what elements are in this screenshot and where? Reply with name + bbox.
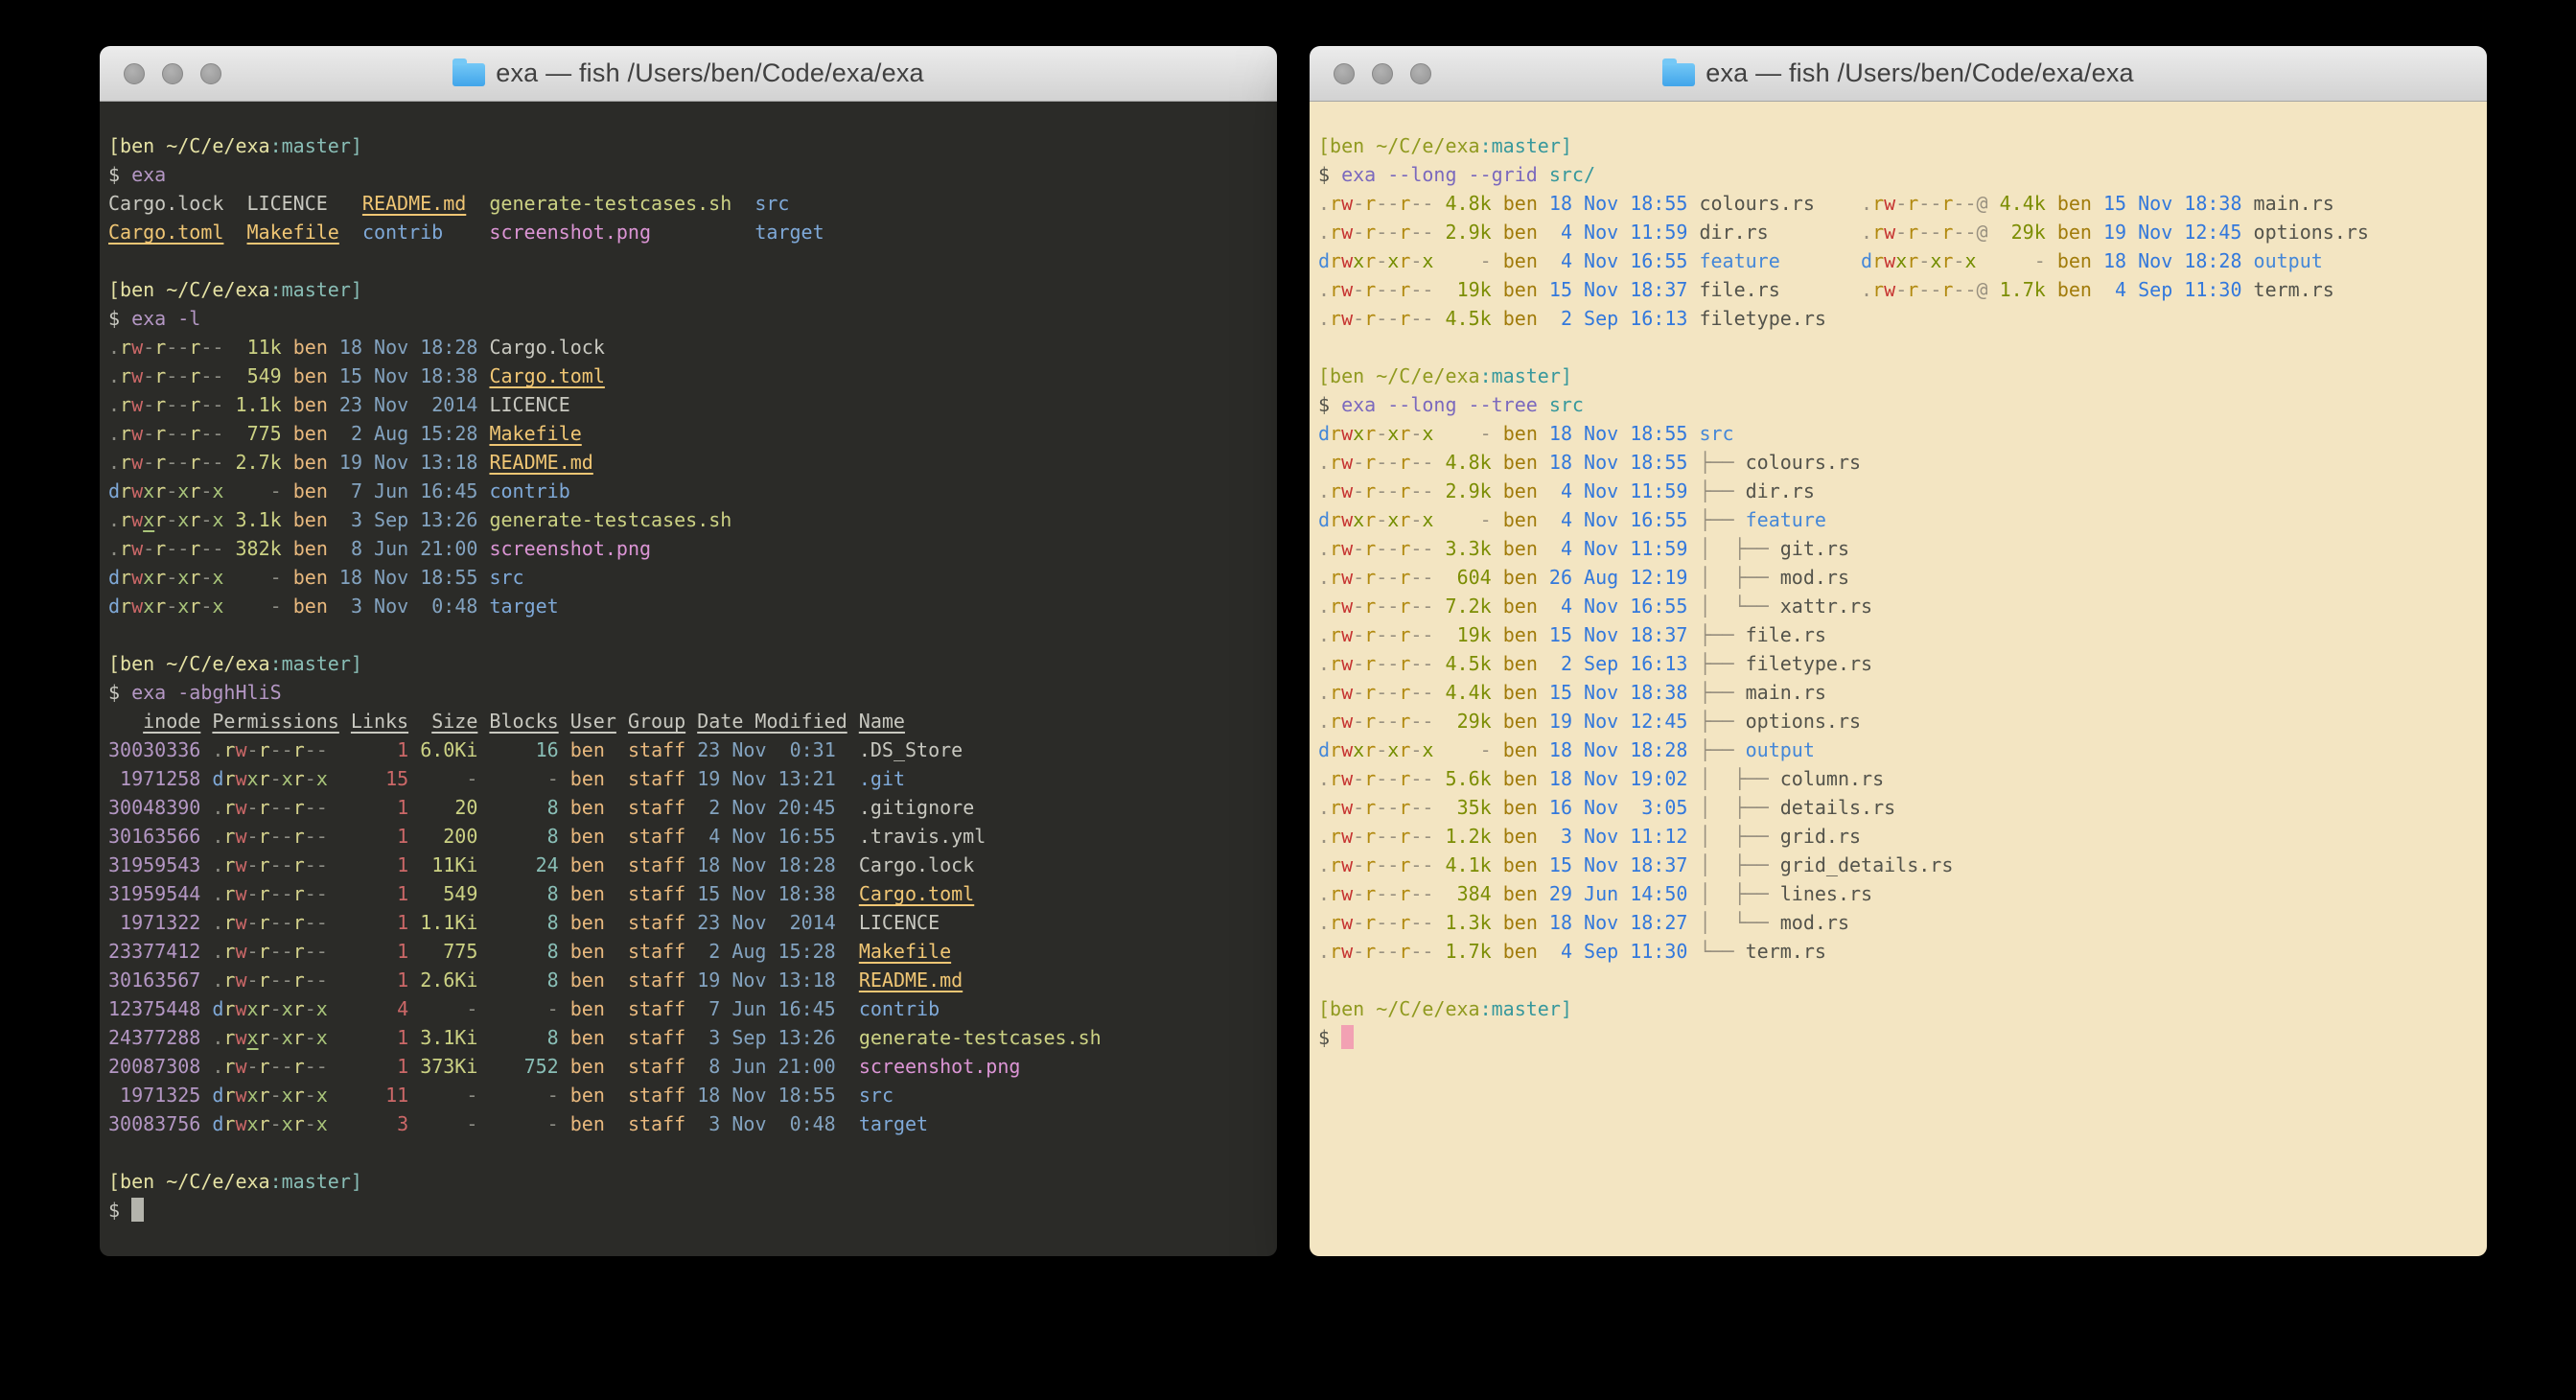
terminal-line: inode Permissions Links Size Blocks User… [108, 707, 1269, 735]
close-button[interactable] [124, 63, 145, 84]
terminal-line: .rw-r--r-- 1.3k ben 18 Nov 18:27 │ └── m… [1318, 908, 2479, 937]
text-cursor [1341, 1025, 1354, 1049]
terminal-line [1318, 966, 2479, 994]
terminal-line: drwxr-xr-x - ben 7 Jun 16:45 contrib [108, 477, 1269, 505]
traffic-lights [124, 46, 221, 101]
terminal-line: 31959544 .rw-r--r-- 1 549 8 ben staff 15… [108, 879, 1269, 908]
terminal-line: [ben ~/C/e/exa:master] [1318, 362, 2479, 390]
terminal-line: $ exa -l [108, 304, 1269, 333]
terminal-line: .rw-r--r-- 775 ben 2 Aug 15:28 Makefile [108, 419, 1269, 448]
terminal-line: .rw-r--r-- 4.5k ben 2 Sep 16:13 filetype… [1318, 304, 2479, 333]
terminal-line: [ben ~/C/e/exa:master] [1318, 994, 2479, 1023]
terminal-line: .rw-r--r-- 1.7k ben 4 Sep 11:30 └── term… [1318, 937, 2479, 966]
terminal-output[interactable]: [ben ~/C/e/exa:master]$ exaCargo.lock LI… [100, 102, 1277, 1256]
window-title-text: exa — fish /Users/ben/Code/exa/exa [496, 58, 924, 88]
zoom-button[interactable] [200, 63, 221, 84]
terminal-line: drwxr-xr-x - ben 18 Nov 18:28 ├── output [1318, 735, 2479, 764]
terminal-line: .rw-r--r-- 19k ben 15 Nov 18:37 file.rs … [1318, 275, 2479, 304]
terminal-line: .rw-r--r-- 19k ben 15 Nov 18:37 ├── file… [1318, 620, 2479, 649]
terminal-line: drwxr-xr-x - ben 18 Nov 18:55 src [1318, 419, 2479, 448]
close-button[interactable] [1334, 63, 1355, 84]
terminal-line: 30030336 .rw-r--r-- 1 6.0Ki 16 ben staff… [108, 735, 1269, 764]
terminal-line: .rw-r--r-- 11k ben 18 Nov 18:28 Cargo.lo… [108, 333, 1269, 362]
terminal-line: 23377412 .rw-r--r-- 1 775 8 ben staff 2 … [108, 937, 1269, 966]
folder-icon [453, 63, 485, 86]
terminal-line: $ exa --long --tree src [1318, 390, 2479, 419]
terminal-line: .rw-r--r-- 1.2k ben 3 Nov 11:12 │ ├── gr… [1318, 822, 2479, 851]
terminal-line: $ exa [108, 160, 1269, 189]
terminal-line: drwxr-xr-x - ben 3 Nov 0:48 target [108, 592, 1269, 620]
terminal-line [1318, 333, 2479, 362]
terminal-line: [ben ~/C/e/exa:master] [108, 275, 1269, 304]
terminal-output[interactable]: [ben ~/C/e/exa:master]$ exa --long --gri… [1310, 102, 2487, 1256]
terminal-line: 30163567 .rw-r--r-- 1 2.6Ki 8 ben staff … [108, 966, 1269, 994]
terminal-line: .rw-r--r-- 4.4k ben 15 Nov 18:38 ├── mai… [1318, 678, 2479, 707]
terminal-line: drwxr-xr-x - ben 4 Nov 16:55 feature drw… [1318, 246, 2479, 275]
terminal-line: 30048390 .rw-r--r-- 1 20 8 ben staff 2 N… [108, 793, 1269, 822]
terminal-line: .rw-r--r-- 549 ben 15 Nov 18:38 Cargo.to… [108, 362, 1269, 390]
terminal-window-dark: exa — fish /Users/ben/Code/exa/exa [ben … [100, 46, 1277, 1256]
terminal-line: .rw-r--r-- 382k ben 8 Jun 21:00 screensh… [108, 534, 1269, 563]
traffic-lights [1334, 46, 1431, 101]
terminal-line: 31959543 .rw-r--r-- 1 11Ki 24 ben staff … [108, 851, 1269, 879]
text-cursor [131, 1198, 144, 1222]
terminal-line: .rw-r--r-- 7.2k ben 4 Nov 16:55 │ └── xa… [1318, 592, 2479, 620]
titlebar[interactable]: exa — fish /Users/ben/Code/exa/exa [1310, 46, 2487, 102]
terminal-window-light: exa — fish /Users/ben/Code/exa/exa [ben … [1310, 46, 2487, 1256]
terminal-line: .rwxr-xr-x 3.1k ben 3 Sep 13:26 generate… [108, 505, 1269, 534]
terminal-line: [ben ~/C/e/exa:master] [108, 1167, 1269, 1196]
terminal-line: 30163566 .rw-r--r-- 1 200 8 ben staff 4 … [108, 822, 1269, 851]
minimize-button[interactable] [162, 63, 183, 84]
terminal-line: 24377288 .rwxr-xr-x 1 3.1Ki 8 ben staff … [108, 1023, 1269, 1052]
titlebar[interactable]: exa — fish /Users/ben/Code/exa/exa [100, 46, 1277, 102]
terminal-line: [ben ~/C/e/exa:master] [1318, 131, 2479, 160]
terminal-line: .rw-r--r-- 35k ben 16 Nov 3:05 │ ├── det… [1318, 793, 2479, 822]
terminal-line: 1971258 drwxr-xr-x 15 - - ben staff 19 N… [108, 764, 1269, 793]
terminal-line [108, 246, 1269, 275]
terminal-line: [ben ~/C/e/exa:master] [108, 131, 1269, 160]
terminal-line: .rw-r--r-- 4.5k ben 2 Sep 16:13 ├── file… [1318, 649, 2479, 678]
minimize-button[interactable] [1372, 63, 1393, 84]
terminal-line: .rw-r--r-- 29k ben 19 Nov 12:45 ├── opti… [1318, 707, 2479, 735]
window-title-text: exa — fish /Users/ben/Code/exa/exa [1706, 58, 2134, 88]
terminal-line: .rw-r--r-- 5.6k ben 18 Nov 19:02 │ ├── c… [1318, 764, 2479, 793]
terminal-line: $ exa --long --grid src/ [1318, 160, 2479, 189]
terminal-line: .rw-r--r-- 3.3k ben 4 Nov 11:59 │ ├── gi… [1318, 534, 2479, 563]
terminal-line: Cargo.lock LICENCE README.md generate-te… [108, 189, 1269, 218]
terminal-line: .rw-r--r-- 2.9k ben 4 Nov 11:59 dir.rs .… [1318, 218, 2479, 246]
window-title: exa — fish /Users/ben/Code/exa/exa [1310, 46, 2487, 101]
terminal-line: 1971325 drwxr-xr-x 11 - - ben staff 18 N… [108, 1081, 1269, 1109]
terminal-line: .rw-r--r-- 2.9k ben 4 Nov 11:59 ├── dir.… [1318, 477, 2479, 505]
terminal-line [108, 620, 1269, 649]
terminal-line: .rw-r--r-- 4.8k ben 18 Nov 18:55 colours… [1318, 189, 2479, 218]
terminal-line: 20087308 .rw-r--r-- 1 373Ki 752 ben staf… [108, 1052, 1269, 1081]
terminal-line: 12375448 drwxr-xr-x 4 - - ben staff 7 Ju… [108, 994, 1269, 1023]
terminal-line: $ exa -abghHliS [108, 678, 1269, 707]
terminal-line: [ben ~/C/e/exa:master] [108, 649, 1269, 678]
terminal-line: 1971322 .rw-r--r-- 1 1.1Ki 8 ben staff 2… [108, 908, 1269, 937]
zoom-button[interactable] [1410, 63, 1431, 84]
terminal-line: .rw-r--r-- 604 ben 26 Aug 12:19 │ ├── mo… [1318, 563, 2479, 592]
terminal-line: .rw-r--r-- 384 ben 29 Jun 14:50 │ ├── li… [1318, 879, 2479, 908]
terminal-line: 30083756 drwxr-xr-x 3 - - ben staff 3 No… [108, 1109, 1269, 1138]
terminal-line: .rw-r--r-- 4.1k ben 15 Nov 18:37 │ ├── g… [1318, 851, 2479, 879]
terminal-line: $ [1318, 1023, 2479, 1052]
terminal-line: .rw-r--r-- 1.1k ben 23 Nov 2014 LICENCE [108, 390, 1269, 419]
terminal-line: $ [108, 1196, 1269, 1225]
folder-icon [1662, 63, 1695, 86]
terminal-line: .rw-r--r-- 4.8k ben 18 Nov 18:55 ├── col… [1318, 448, 2479, 477]
terminal-line: drwxr-xr-x - ben 4 Nov 16:55 ├── feature [1318, 505, 2479, 534]
terminal-line: Cargo.toml Makefile contrib screenshot.p… [108, 218, 1269, 246]
terminal-line: .rw-r--r-- 2.7k ben 19 Nov 13:18 README.… [108, 448, 1269, 477]
window-title: exa — fish /Users/ben/Code/exa/exa [100, 46, 1277, 101]
terminal-line [108, 1138, 1269, 1167]
terminal-line: drwxr-xr-x - ben 18 Nov 18:55 src [108, 563, 1269, 592]
